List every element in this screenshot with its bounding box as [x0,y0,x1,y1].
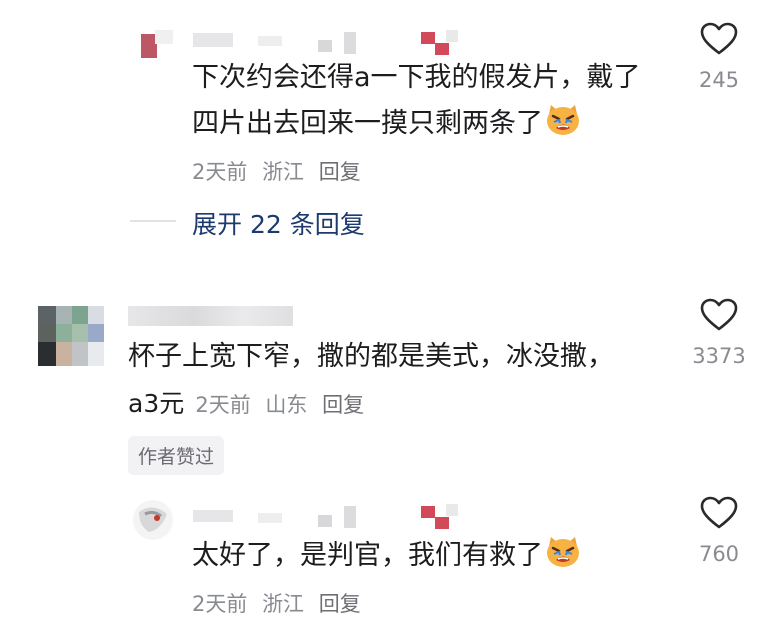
like-button[interactable] [700,496,738,534]
comment-text-line: 杯子上宽下窄，撒的都是美式，冰没撒， [128,341,614,372]
comment-meta: 2天前 浙江 回复 [192,588,369,618]
avatar[interactable] [133,500,173,540]
expand-replies-button[interactable]: 展开 22 条回复 [192,205,365,241]
comment-text: 太好了，是判官，我们有救了 [192,540,543,571]
comment-time: 2天前 [192,592,248,616]
divider [130,220,176,222]
reply-button[interactable]: 回复 [319,592,361,616]
like-count: 245 [698,68,740,92]
like-count: 3373 [692,344,746,368]
like-button[interactable] [700,298,738,336]
like-button[interactable] [700,22,738,60]
crying-cat-emoji-icon [545,536,581,579]
comment-time: 2天前 [195,393,251,417]
comment-text: 四片出去回来一摸只剩两条了 [192,108,543,139]
comment-location: 浙江 [262,592,305,616]
heart-icon [700,298,738,331]
comment-time: 2天前 [192,160,248,184]
reply-button[interactable]: 回复 [322,393,364,417]
comment-text-line: a3元 2天前 山东 回复 [128,385,372,423]
comment-meta: 2天前 山东 回复 [195,393,372,417]
comment-meta: 2天前 浙江 回复 [192,156,369,186]
comment-text-line: 下次约会还得a一下我的假发片，戴了 [192,62,641,93]
username-blurred[interactable] [128,306,293,326]
avatar[interactable] [38,306,104,366]
comment-text-line: 太好了，是判官，我们有救了 [192,536,581,579]
heart-icon [700,22,738,55]
like-count: 760 [698,542,740,566]
comment-text-line: 四片出去回来一摸只剩两条了 [192,104,581,147]
author-liked-badge: 作者赞过 [128,436,225,475]
heart-icon [700,496,738,529]
comment-location: 浙江 [262,160,305,184]
crying-cat-emoji-icon [545,104,581,147]
reply-button[interactable]: 回复 [319,160,361,184]
comment-location: 山东 [265,393,308,417]
comment-text: a3元 [128,389,185,418]
avatar[interactable] [133,28,183,74]
